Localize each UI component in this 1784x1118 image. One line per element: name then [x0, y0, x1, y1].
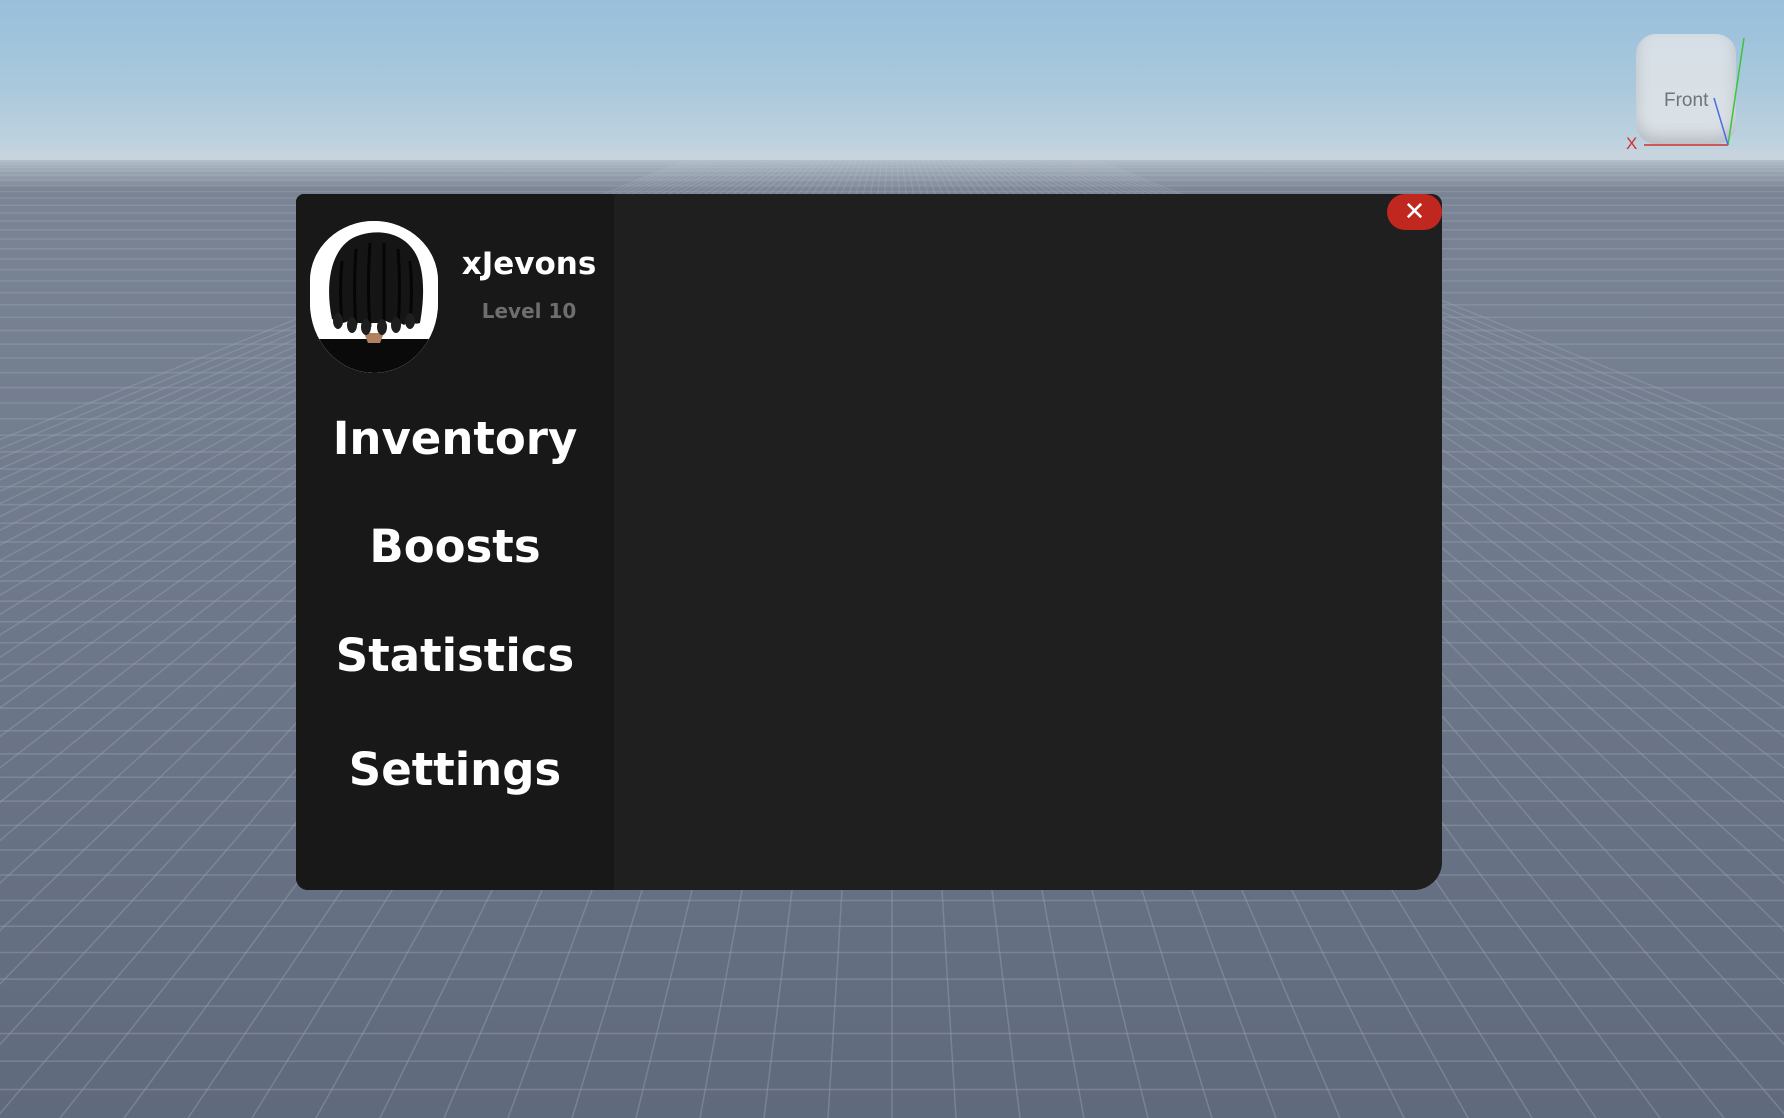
horizon-haze: [0, 150, 1784, 190]
view-cube[interactable]: Front X: [1626, 28, 1746, 158]
game-viewport[interactable]: Front X xJevons Level 10 Inventory Boost…: [0, 0, 1784, 1118]
content-area: [614, 194, 1442, 890]
close-icon: ✕: [1403, 197, 1426, 227]
avatar: [310, 221, 438, 373]
axis-gizmo-icon: [1644, 37, 1745, 146]
menu-item-boosts[interactable]: Boosts: [296, 520, 614, 573]
menu-item-inventory[interactable]: Inventory: [296, 412, 614, 465]
level-label: Level 10: [481, 299, 577, 323]
menu-item-settings[interactable]: Settings: [296, 743, 614, 796]
username: xJevons: [461, 246, 597, 282]
close-button[interactable]: ✕: [1387, 194, 1442, 230]
axis-x-label: X: [1626, 134, 1638, 153]
menu-item-statistics[interactable]: Statistics: [296, 629, 614, 682]
sky: [0, 0, 1784, 165]
sidebar: xJevons Level 10 Inventory Boosts Statis…: [296, 194, 614, 890]
avatar-headshot-icon: [310, 221, 438, 373]
profile-menu-panel: xJevons Level 10 Inventory Boosts Statis…: [296, 194, 1442, 890]
